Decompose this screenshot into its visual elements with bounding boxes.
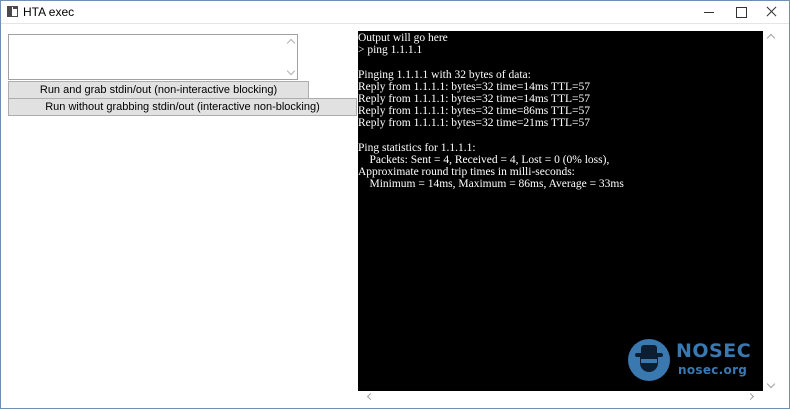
console-output[interactable]: Output will go here > ping 1.1.1.1 Pinging… xyxy=(358,31,763,391)
input-scrollbar[interactable] xyxy=(285,35,297,79)
scroll-left-icon[interactable] xyxy=(366,392,375,401)
scroll-down-icon[interactable] xyxy=(286,66,296,76)
watermark-brand: NOSEC xyxy=(676,340,752,362)
scroll-down-icon[interactable] xyxy=(766,379,776,389)
console-line: Reply from 1.1.1.1: bytes=32 time=21ms T… xyxy=(358,117,590,130)
console-line: Pinging 1.1.1.1 with 32 bytes of data: xyxy=(358,68,531,81)
window-client-area: Run and grab stdin/out (non-interactive … xyxy=(1,23,789,408)
maximize-icon[interactable] xyxy=(725,1,755,23)
watermark-url: nosec.org xyxy=(678,363,748,377)
console-vertical-scrollbar[interactable] xyxy=(763,31,779,391)
console-line: Reply from 1.1.1.1: bytes=32 time=14ms T… xyxy=(358,92,590,105)
console-line: Minimum = 14ms, Maximum = 86ms, Average … xyxy=(358,178,624,191)
scroll-up-icon[interactable] xyxy=(286,38,296,48)
console-horizontal-scrollbar[interactable] xyxy=(358,391,763,403)
console-line: Approximate round trip times in milli-se… xyxy=(358,166,575,179)
scroll-right-icon[interactable] xyxy=(746,392,755,401)
scroll-up-icon[interactable] xyxy=(766,33,776,43)
title-bar[interactable]: HTA exec xyxy=(1,1,789,23)
spy-hat-icon xyxy=(628,339,670,381)
run-nograb-button[interactable]: Run without grabbing stdin/out (interact… xyxy=(8,98,357,116)
app-window-icon xyxy=(7,6,18,17)
console-line: Reply from 1.1.1.1: bytes=32 time=14ms T… xyxy=(358,80,590,93)
nosec-watermark: NOSEC nosec.org xyxy=(628,339,763,385)
minimize-icon[interactable] xyxy=(694,1,724,23)
command-input[interactable] xyxy=(8,34,298,80)
close-icon[interactable] xyxy=(756,1,786,23)
run-grab-button[interactable]: Run and grab stdin/out (non-interactive … xyxy=(8,81,309,99)
console-line: Packets: Sent = 4, Received = 4, Lost = … xyxy=(358,153,610,166)
console-line: > ping 1.1.1.1 xyxy=(358,44,423,57)
console-line: Output will go here xyxy=(358,32,448,44)
app-window: HTA exec Run and grab stdin/out (non-int… xyxy=(0,0,790,409)
window-title: HTA exec xyxy=(23,5,75,19)
console-line: Reply from 1.1.1.1: bytes=32 time=86ms T… xyxy=(358,105,590,118)
console-line: Ping statistics for 1.1.1.1: xyxy=(358,141,476,154)
